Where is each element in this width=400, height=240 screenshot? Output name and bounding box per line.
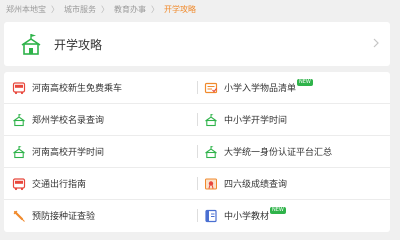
link-label: 中小学开学时间 (224, 116, 288, 126)
school-outline-icon (205, 145, 217, 158)
column-divider (197, 209, 198, 222)
breadcrumb-item-city-services[interactable]: 城市服务 (64, 4, 96, 15)
link-label: 郑州学校名录查询 (32, 116, 105, 126)
column-divider (197, 113, 198, 126)
link-university-identity-platform[interactable]: 大学统一身份认证平台汇总 (204, 136, 384, 167)
link-school-supplies-list[interactable]: 小学入学物品清单 NEW (204, 72, 384, 103)
column-divider (197, 81, 198, 94)
breadcrumb-item-home[interactable]: 郑州本地宝 (6, 4, 46, 15)
grid-row: 河南高校开学时间 大学统一身份认证平台汇总 (4, 136, 390, 168)
book-icon (205, 209, 217, 222)
grid-row: 交通出行指南 四六级成绩查询 (4, 168, 390, 200)
grid-row: 预防接种证查验 中小学教材 NEW (4, 200, 390, 231)
link-university-start-time[interactable]: 河南高校开学时间 (12, 136, 192, 167)
link-label: 河南高校新生免费乘车 (32, 84, 123, 94)
column-divider (197, 145, 198, 158)
syringe-icon (13, 210, 25, 222)
school-outline-icon (205, 113, 217, 126)
checklist-icon (204, 82, 218, 93)
school-icon (21, 34, 41, 55)
school-outline-icon (13, 145, 25, 158)
link-school-start-time[interactable]: 中小学开学时间 (204, 104, 384, 135)
link-label: 四六级成绩查询 (224, 180, 288, 190)
grid-row: 郑州学校名录查询 中小学开学时间 (4, 104, 390, 136)
link-label: 中小学教材 (224, 212, 270, 222)
link-vaccination-check[interactable]: 预防接种证查验 (12, 200, 192, 231)
column-divider (197, 177, 198, 190)
breadcrumb-current: 开学攻略 (164, 4, 196, 14)
section-title: 开学攻略 (54, 37, 103, 52)
link-free-bus-ride[interactable]: 河南高校新生免费乘车 (12, 72, 192, 103)
link-label: 交通出行指南 (32, 180, 87, 190)
link-transport-guide[interactable]: 交通出行指南 (12, 168, 192, 199)
link-label: 大学统一身份认证平台汇总 (224, 148, 333, 158)
new-badge: NEW (297, 79, 313, 86)
link-school-directory[interactable]: 郑州学校名录查询 (12, 104, 192, 135)
new-badge: NEW (270, 207, 286, 214)
chevron-right-icon (373, 38, 379, 48)
grid-row: 河南高校新生免费乘车 小学入学物品清单 NEW (4, 72, 390, 104)
breadcrumb-separator: 〉 (51, 4, 59, 14)
bus-icon (12, 81, 26, 94)
link-cet-score-query[interactable]: 四六级成绩查询 (204, 168, 384, 199)
link-label: 河南高校开学时间 (32, 148, 105, 158)
breadcrumb-separator: 〉 (151, 4, 159, 14)
link-label: 预防接种证查验 (32, 212, 96, 222)
section-header-card[interactable]: 开学攻略 (4, 22, 390, 66)
breadcrumb-separator: 〉 (101, 4, 109, 14)
certificate-icon (205, 178, 217, 189)
link-grid: 河南高校新生免费乘车 小学入学物品清单 NEW 郑州学校名录查询 中小学开学时间… (4, 72, 390, 232)
breadcrumb: 郑州本地宝 〉 城市服务 〉 教育办事 〉 开学攻略 (6, 0, 196, 18)
breadcrumb-item-education[interactable]: 教育办事 (114, 4, 146, 15)
school-outline-icon (13, 113, 25, 126)
link-textbooks[interactable]: 中小学教材 NEW (204, 200, 384, 231)
link-label: 小学入学物品清单 (224, 84, 297, 94)
bus-icon (12, 177, 26, 190)
